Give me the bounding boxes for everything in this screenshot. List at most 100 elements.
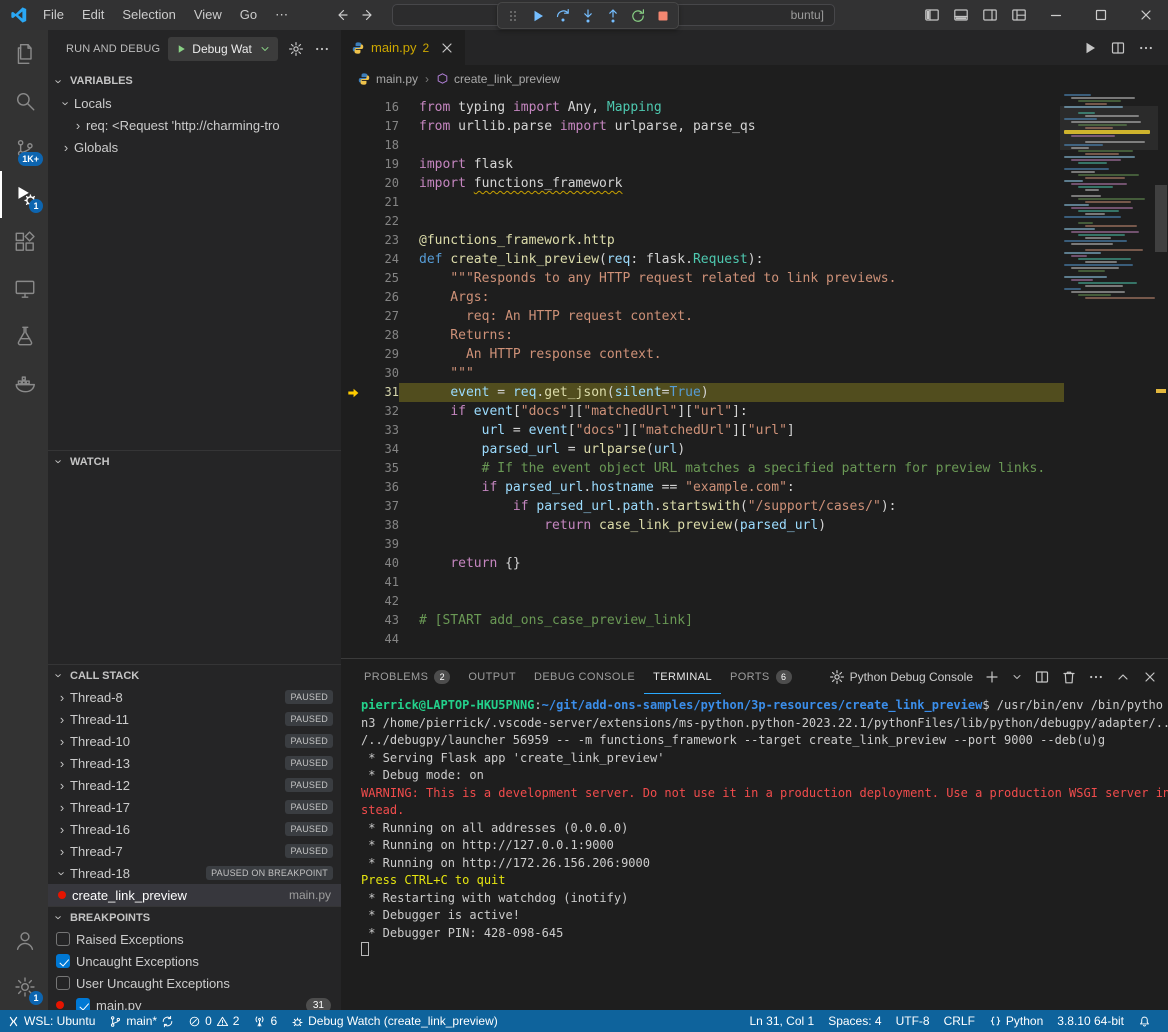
panel-tab-output[interactable]: OUTPUT	[459, 659, 525, 694]
code-line-36[interactable]: 36 if parsed_url.hostname == "example.co…	[341, 478, 1064, 497]
activity-docker[interactable]	[0, 359, 48, 406]
debug-config-dropdown[interactable]: Debug Wat	[168, 37, 278, 61]
code-line-24[interactable]: 24def create_link_preview(req: flask.Req…	[341, 250, 1064, 269]
code-line-26[interactable]: 26 Args:	[341, 288, 1064, 307]
status-item-bell[interactable]	[1131, 1010, 1158, 1032]
activity-run-debug[interactable]: 1	[0, 171, 48, 218]
breadcrumb-item[interactable]: create_link_preview	[436, 72, 560, 86]
minimap[interactable]	[1064, 94, 1154, 404]
menu-go[interactable]: Go	[231, 0, 266, 30]
step-over-button[interactable]	[551, 4, 575, 28]
breakpoint-row[interactable]: main.py31	[48, 994, 341, 1010]
thread-row[interactable]: ›Thread-11PAUSED	[48, 708, 341, 730]
editor-scrollbar[interactable]	[1155, 185, 1167, 252]
code-line-44[interactable]: 44	[341, 630, 1064, 649]
activity-accounts[interactable]	[0, 916, 48, 963]
code-line-21[interactable]: 21	[341, 193, 1064, 212]
breakpoints-header[interactable]: › BREAKPOINTS	[48, 906, 341, 928]
code-line-32[interactable]: 32 if event["docs"]["matchedUrl"]["url"]…	[341, 402, 1064, 421]
layout-sidebar-right-button[interactable]	[975, 0, 1004, 30]
close-icon[interactable]	[439, 40, 455, 56]
thread-row[interactable]: ›Thread-16PAUSED	[48, 818, 341, 840]
watch-header[interactable]: › WATCH	[48, 450, 341, 472]
status-item-6[interactable]: 6	[246, 1010, 284, 1032]
maximize-button[interactable]	[1078, 0, 1123, 30]
code-editor[interactable]: 16from typing import Any, Mapping17from …	[341, 92, 1168, 658]
code-line-37[interactable]: 37 if parsed_url.path.startswith("/suppo…	[341, 497, 1064, 516]
code-line-30[interactable]: 30 """	[341, 364, 1064, 383]
panel-tab-problems[interactable]: PROBLEMS2	[355, 659, 459, 694]
panel-tab-debug-console[interactable]: DEBUG CONSOLE	[525, 659, 644, 694]
add-icon[interactable]	[984, 669, 1000, 685]
more-actions-icon[interactable]	[314, 41, 330, 57]
stop-button[interactable]	[651, 4, 675, 28]
split-editor-icon[interactable]	[1110, 40, 1126, 56]
variables-header[interactable]: › VARIABLES	[48, 70, 341, 92]
status-item-3-8-10-64-bit[interactable]: 3.8.10 64-bit	[1050, 1010, 1131, 1032]
chevron-up-icon[interactable]	[1115, 669, 1131, 685]
more-actions-icon[interactable]	[1138, 40, 1154, 56]
code-line-28[interactable]: 28 Returns:	[341, 326, 1064, 345]
back-arrow-icon[interactable]	[334, 7, 350, 23]
layout-sidebar-left-button[interactable]	[917, 0, 946, 30]
activity-extensions[interactable]	[0, 218, 48, 265]
variables-locals-row[interactable]: › Locals	[48, 92, 341, 114]
terminal-profile[interactable]: Python Debug Console	[829, 669, 973, 685]
breakpoint-checkbox[interactable]	[56, 932, 70, 946]
split-icon[interactable]	[1034, 669, 1050, 685]
code-line-41[interactable]: 41	[341, 573, 1064, 592]
activity-explorer[interactable]	[0, 30, 48, 77]
breakpoint-checkbox[interactable]	[76, 998, 90, 1010]
panel-tab-ports[interactable]: PORTS6	[721, 659, 801, 694]
activity-settings[interactable]: 1	[0, 963, 48, 1010]
breakpoint-checkbox[interactable]	[56, 954, 70, 968]
thread-row[interactable]: ›Thread-13PAUSED	[48, 752, 341, 774]
call-stack-header[interactable]: › CALL STACK	[48, 664, 341, 686]
thread-row[interactable]: ›Thread-17PAUSED	[48, 796, 341, 818]
code-line-18[interactable]: 18	[341, 136, 1064, 155]
code-line-34[interactable]: 34 parsed_url = urlparse(url)	[341, 440, 1064, 459]
menu-selection[interactable]: Selection	[113, 0, 184, 30]
activity-search[interactable]	[0, 77, 48, 124]
breadcrumb-item[interactable]: main.py	[357, 72, 418, 86]
breakpoint-row[interactable]: Uncaught Exceptions	[48, 950, 341, 972]
status-item-crlf[interactable]: CRLF	[937, 1010, 982, 1032]
code-line-31[interactable]: 31 event = req.get_json(silent=True)	[341, 383, 1064, 402]
step-into-button[interactable]	[576, 4, 600, 28]
code-line-43[interactable]: 43# [START add_ons_case_preview_link]	[341, 611, 1064, 630]
status-item-ln-31-col-1[interactable]: Ln 31, Col 1	[742, 1010, 821, 1032]
continue-button[interactable]	[526, 4, 550, 28]
thread-row[interactable]: ›Thread-8PAUSED	[48, 686, 341, 708]
menu-[interactable]: ⋯	[266, 0, 297, 30]
close-icon[interactable]	[1142, 669, 1158, 685]
code-line-23[interactable]: 23@functions_framework.http	[341, 231, 1064, 250]
thread-row[interactable]: ›Thread-10PAUSED	[48, 730, 341, 752]
variable-req-row[interactable]: › req: <Request 'http://charming-tro	[48, 114, 341, 136]
code-line-42[interactable]: 42	[341, 592, 1064, 611]
code-line-29[interactable]: 29 An HTTP response context.	[341, 345, 1064, 364]
terminal[interactable]: pierrick@LAPTOP-HKU5PNNG:~/git/add-ons-s…	[341, 695, 1168, 1010]
status-item-utf-8[interactable]: UTF-8	[889, 1010, 937, 1032]
code-line-38[interactable]: 38 return case_link_preview(parsed_url)	[341, 516, 1064, 535]
minimize-button[interactable]	[1033, 0, 1078, 30]
status-item-0[interactable]: 02	[181, 1010, 246, 1032]
chevron-down-icon[interactable]	[1011, 671, 1023, 683]
code-line-33[interactable]: 33 url = event["docs"]["matchedUrl"]["ur…	[341, 421, 1064, 440]
breakpoint-row[interactable]: User Uncaught Exceptions	[48, 972, 341, 994]
breakpoint-checkbox[interactable]	[56, 976, 70, 990]
panel-tab-terminal[interactable]: TERMINAL	[644, 659, 721, 694]
code-line-35[interactable]: 35 # If the event object URL matches a s…	[341, 459, 1064, 478]
activity-testing[interactable]	[0, 312, 48, 359]
thread-row[interactable]: ›Thread-7PAUSED	[48, 840, 341, 862]
variables-globals-row[interactable]: › Globals	[48, 136, 341, 158]
layout-customize-button[interactable]	[1004, 0, 1033, 30]
gear-icon[interactable]	[288, 41, 304, 57]
layout-panel-button[interactable]	[946, 0, 975, 30]
code-line-40[interactable]: 40 return {}	[341, 554, 1064, 573]
status-item-spaces-4[interactable]: Spaces: 4	[821, 1010, 888, 1032]
thread-row[interactable]: ›Thread-18PAUSED ON BREAKPOINT	[48, 862, 341, 884]
code-line-16[interactable]: 16from typing import Any, Mapping	[341, 98, 1064, 117]
status-item-debug-watch-create-link-preview[interactable]: Debug Watch (create_link_preview)	[284, 1010, 505, 1032]
tab-main-py[interactable]: main.py 2	[341, 30, 465, 65]
run-python-file-icon[interactable]	[1082, 40, 1098, 56]
